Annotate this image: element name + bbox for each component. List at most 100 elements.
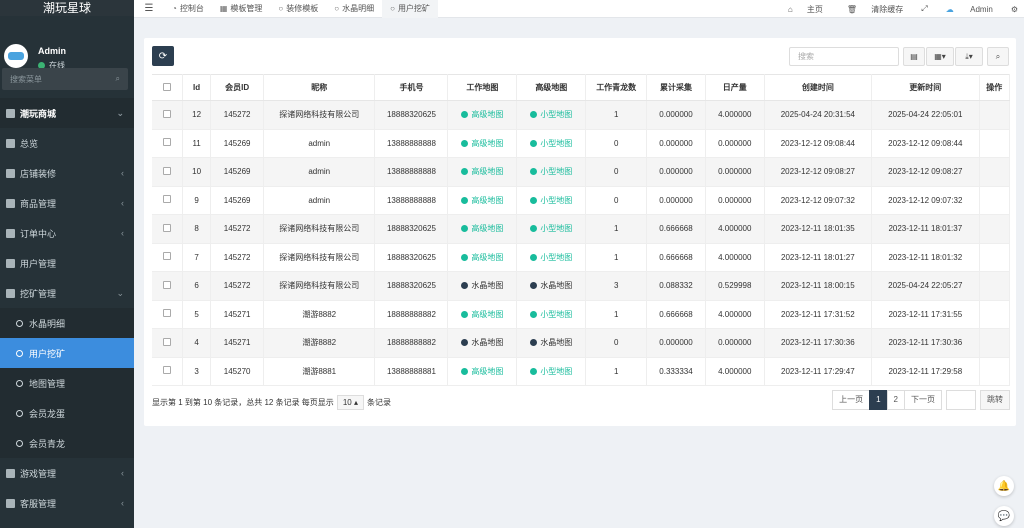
cell-id: 8 bbox=[182, 214, 212, 244]
jump-button[interactable]: 跳转 bbox=[980, 390, 1010, 410]
sidebar-item-13[interactable]: 客服管理 ‹ bbox=[0, 488, 134, 518]
sidebar-item-label: 客服管理 bbox=[20, 498, 57, 509]
col-nickname[interactable]: 昵称 bbox=[263, 74, 376, 101]
toggle-view-button[interactable]: ▤ bbox=[903, 47, 925, 66]
clear-cache-button[interactable]: 🗑 清除缓存 bbox=[835, 4, 915, 15]
table-row[interactable]: 8 145272 探诸网络科技有限公司 18888320625 高级地图 小型地图 1 0.6… bbox=[152, 214, 1011, 244]
tab-crystal-detail[interactable]: ○ 水晶明细 bbox=[326, 0, 382, 18]
page-1-button[interactable]: 1 bbox=[869, 390, 888, 410]
sidebar-item-5[interactable]: 用户管理 bbox=[0, 248, 134, 278]
row-checkbox[interactable] bbox=[152, 214, 183, 244]
tab-user-mining[interactable]: ○ 用户挖矿 bbox=[382, 0, 438, 18]
table-search-input[interactable]: 搜索 bbox=[789, 47, 899, 66]
row-checkbox[interactable] bbox=[152, 186, 183, 215]
app-logo[interactable]: 潮玩星球 bbox=[0, 0, 134, 16]
notification-bell-icon[interactable]: 🔔 bbox=[994, 476, 1014, 496]
sidebar-item-11[interactable]: 会员青龙 bbox=[0, 428, 134, 458]
sidebar-item-12[interactable]: 游戏管理 ‹ bbox=[0, 458, 134, 488]
col-advanced-map[interactable]: 高级地图 bbox=[516, 74, 587, 101]
home-icon: ⌂ bbox=[787, 4, 793, 14]
sidebar-item-3[interactable]: 商品管理 ‹ bbox=[0, 188, 134, 218]
table-row[interactable]: 11 145269 admin 13888888888 高级地图 小型地图 0 0.00000… bbox=[152, 129, 1011, 158]
status-dot-icon bbox=[530, 282, 538, 290]
col-updated-time[interactable]: 更新时间 bbox=[871, 74, 980, 101]
cell-daily-output: 0.000000 bbox=[705, 186, 765, 215]
mining-table: Id 会员ID 昵称 手机号 工作地图 高级地图 工作青龙数 累计采集 日产量 … bbox=[152, 74, 1011, 386]
fullscreen-icon[interactable]: ⤢ bbox=[915, 4, 933, 14]
sidebar-item-4[interactable]: 订单中心 ‹ bbox=[0, 218, 134, 248]
cell-daily-output: 4.000000 bbox=[705, 300, 765, 329]
map-badge: 水晶地图 bbox=[530, 280, 572, 291]
col-created-time[interactable]: 创建时间 bbox=[764, 74, 873, 101]
table-row[interactable]: 4 145271 潮游8882 18888888882 水晶地图 水晶地图 0 0.00000… bbox=[152, 328, 1011, 358]
sidebar-item-6[interactable]: 挖矿管理 ⌄ bbox=[0, 278, 134, 308]
sidebar-item-0[interactable]: 潮玩商城 ⌄ bbox=[0, 98, 134, 128]
settings-icon[interactable]: ⚙ bbox=[1005, 5, 1024, 14]
home-link[interactable]: ⌂ 主页 bbox=[776, 4, 835, 15]
admin-menu[interactable]: ☁ Admin bbox=[934, 5, 1005, 14]
table-row[interactable]: 3 145270 潮游8881 13888888881 高级地图 小型地图 1 0.33333… bbox=[152, 357, 1011, 386]
row-checkbox[interactable] bbox=[152, 157, 183, 187]
row-checkbox[interactable] bbox=[152, 129, 183, 158]
row-checkbox[interactable] bbox=[152, 271, 183, 301]
map-badge: 高级地图 bbox=[461, 309, 503, 320]
row-checkbox[interactable] bbox=[152, 243, 183, 272]
sidebar-item-10[interactable]: 会员龙蛋 bbox=[0, 398, 134, 428]
prev-page-button[interactable]: 上一页 bbox=[832, 390, 871, 410]
store-icon bbox=[6, 108, 15, 118]
page-2-button[interactable]: 2 bbox=[886, 390, 905, 410]
jump-page-input[interactable] bbox=[946, 390, 976, 410]
sidebar-item-1[interactable]: 总览 bbox=[0, 128, 134, 158]
row-checkbox[interactable] bbox=[152, 100, 183, 130]
col-member-id[interactable]: 会员ID bbox=[210, 74, 264, 101]
col-work-map[interactable]: 工作地图 bbox=[447, 74, 518, 101]
cell-daily-output: 0.000000 bbox=[705, 129, 765, 158]
menu-toggle-icon[interactable]: ☰ bbox=[134, 3, 164, 14]
row-checkbox[interactable] bbox=[152, 300, 183, 329]
top-navbar: ☰ ◔ 控制台 ▦ 模板管理 ○ 装修模板 ○ 水晶明细 ○ 用户挖矿 ⌂ 主页 🗑 清除… bbox=[134, 0, 1024, 18]
cell-total-collected: 0.666668 bbox=[646, 243, 706, 272]
sidebar-item-label: 店铺装修 bbox=[20, 168, 57, 179]
table-row[interactable]: 10 145269 admin 13888888888 高级地图 小型地图 0 0.00000… bbox=[152, 157, 1011, 187]
status-dot-icon bbox=[530, 196, 538, 204]
cell-total-collected: 0.000000 bbox=[646, 328, 706, 358]
menu-search-input[interactable]: 搜索菜单 ⌕ bbox=[2, 68, 128, 90]
page-size-dropdown[interactable]: 10 ▴ bbox=[336, 395, 364, 410]
columns-button[interactable]: ▦▾ bbox=[926, 47, 954, 66]
tab-dashboard[interactable]: ◔ 控制台 bbox=[164, 0, 212, 18]
table-row[interactable]: 6 145272 探诸网络科技有限公司 18888320625 水晶地图 水晶地图 3 0.0… bbox=[152, 271, 1011, 301]
cell-work-map: 高级地图 bbox=[447, 214, 518, 244]
cell-advanced-map: 小型地图 bbox=[516, 214, 587, 244]
select-all-checkbox[interactable] bbox=[152, 74, 183, 101]
sidebar-item-2[interactable]: 店铺装修 ‹ bbox=[0, 158, 134, 188]
col-dragon-count[interactable]: 工作青龙数 bbox=[585, 74, 648, 101]
row-checkbox[interactable] bbox=[152, 357, 183, 386]
cell-id: 3 bbox=[182, 357, 212, 386]
table-row[interactable]: 9 145269 admin 13888888888 高级地图 小型地图 0 0.000000… bbox=[152, 186, 1011, 215]
row-checkbox[interactable] bbox=[152, 328, 183, 358]
col-total-collected[interactable]: 累计采集 bbox=[646, 74, 706, 101]
chat-icon[interactable]: 💬 bbox=[994, 506, 1014, 526]
col-id[interactable]: Id bbox=[182, 74, 212, 101]
grid-icon: ▦▾ bbox=[934, 52, 946, 61]
cell-member-id: 145269 bbox=[210, 129, 264, 158]
sidebar-item-9[interactable]: 地图管理 bbox=[0, 368, 134, 398]
sidebar-item-label: 会员龙蛋 bbox=[29, 408, 66, 419]
refresh-button[interactable]: ⟳ bbox=[152, 46, 174, 66]
col-phone[interactable]: 手机号 bbox=[374, 74, 449, 101]
cell-daily-output: 4.000000 bbox=[705, 243, 765, 272]
pagination: 上一页 1 2 下一页 跳转 bbox=[832, 390, 1010, 410]
table-row[interactable]: 12 145272 探诸网络科技有限公司 18888320625 高级地图 小型地图 1 0.… bbox=[152, 100, 1011, 130]
tab-template-manage[interactable]: ▦ 模板管理 bbox=[212, 0, 271, 18]
sidebar-item-8[interactable]: 用户挖矿 bbox=[0, 338, 134, 368]
tab-decor-template[interactable]: ○ 装修模板 bbox=[270, 0, 326, 18]
next-page-button[interactable]: 下一页 bbox=[904, 390, 942, 410]
advanced-search-button[interactable]: ⌕ bbox=[987, 47, 1009, 66]
export-button[interactable]: ⤓▾ bbox=[955, 47, 983, 66]
cell-dragon-count: 1 bbox=[585, 357, 648, 386]
table-row[interactable]: 5 145271 潮游8882 18888888882 高级地图 小型地图 1 0.66666… bbox=[152, 300, 1011, 329]
cell-actions bbox=[979, 271, 1011, 301]
table-row[interactable]: 7 145272 探诸网络科技有限公司 18888320625 高级地图 小型地图 1 0.6… bbox=[152, 243, 1011, 272]
sidebar-item-7[interactable]: 水晶明细 bbox=[0, 308, 134, 338]
col-daily-output[interactable]: 日产量 bbox=[705, 74, 765, 101]
